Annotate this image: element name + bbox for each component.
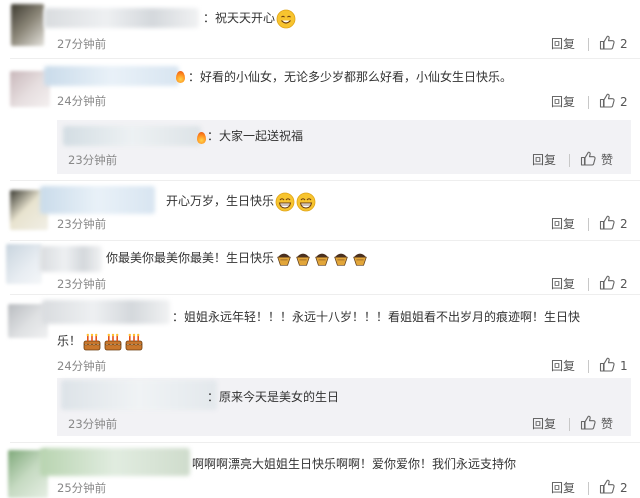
avatar[interactable] [6,244,42,284]
reply-button[interactable]: 回复 [551,358,575,374]
dessert-emoji-icon [275,250,293,268]
username[interactable] [61,380,217,410]
avatar[interactable] [11,4,44,46]
smile-emoji-icon [276,9,296,29]
thumbs-up-icon[interactable] [599,275,615,290]
comment-3: 开心万岁，生日快乐 23分钟前 回复 2 [0,180,640,240]
divider [588,218,589,231]
cake-emoji-icon [103,332,123,352]
like-count[interactable]: 2 [620,276,628,292]
dessert-emoji-icon [294,250,312,268]
username[interactable] [40,448,190,476]
thumbs-up-icon[interactable] [599,479,615,494]
reply-button[interactable]: 回复 [532,152,556,168]
username[interactable] [42,300,170,324]
comment-text: ：大家一起送祝福 [207,129,304,143]
comment-6: 啊啊啊漂亮大姐姐生日快乐啊啊！爱你爱你！我们永远支持你 25分钟前 回复 2 [0,442,640,498]
cake-emoji-icon [124,332,144,352]
thumbs-up-icon[interactable] [599,357,615,372]
sub-comment: ：原来今天是美女的生日 23分钟前 回复 赞 [57,378,631,436]
comment-text-line-1: ：姐姐永远年轻！！！永远十八岁！！！看姐姐看不出岁月的痕迹啊！生日快 [172,310,581,324]
like-count[interactable]: 2 [620,480,628,496]
timestamp: 23分钟前 [57,277,107,291]
dessert-emoji-icon [351,250,369,268]
reply-button[interactable]: 回复 [551,276,575,292]
cake-emoji-icon [82,332,102,352]
like-count[interactable]: 2 [620,94,628,110]
like-count[interactable]: 2 [620,216,628,232]
grin-emoji-icon [296,192,316,212]
like-count[interactable]: 2 [620,36,628,52]
divider [588,482,589,495]
grin-emoji-icon [275,192,295,212]
divider [588,38,589,51]
comment-text: ：祝天天开心 [203,7,296,29]
thumbs-up-icon[interactable] [599,35,615,50]
comment-5: ：姐姐永远年轻！！！永远十八岁！！！看姐姐看不出岁月的痕迹啊！生日快 乐！ 24… [0,294,640,442]
comment-text: 你最美你最美你最美！生日快乐 [106,247,369,269]
timestamp: 23分钟前 [68,153,118,167]
divider [588,360,589,373]
timestamp: 24分钟前 [57,94,107,108]
thumbs-up-icon[interactable] [580,151,596,166]
fire-icon [176,71,185,83]
like-count[interactable]: 1 [620,358,628,374]
reply-button[interactable]: 回复 [532,416,556,432]
divider [588,278,589,291]
fire-icon [197,132,206,144]
sub-comment: ：大家一起送祝福 23分钟前 回复 赞 [57,120,631,174]
reply-button[interactable]: 回复 [551,480,575,496]
divider [569,154,570,167]
like-label[interactable]: 赞 [601,416,613,432]
dessert-emoji-icon [313,250,331,268]
timestamp: 25分钟前 [57,481,107,495]
comment-text: 啊啊啊漂亮大姐姐生日快乐啊啊！爱你爱你！我们永远支持你 [192,457,517,471]
timestamp: 23分钟前 [68,417,118,431]
like-label[interactable]: 赞 [601,152,613,168]
divider [569,418,570,431]
timestamp: 23分钟前 [57,217,107,231]
timestamp: 24分钟前 [57,359,107,373]
comment-text: 开心万岁，生日快乐 [166,190,316,212]
dessert-emoji-icon [332,250,350,268]
thumbs-up-icon[interactable] [580,415,596,430]
username[interactable] [40,186,155,214]
username[interactable] [40,246,102,272]
comment-4: 你最美你最美你最美！生日快乐 23分钟前 回复 2 [0,240,640,294]
comment-2: ：好看的小仙女，无论多少岁都那么好看，小仙女生日快乐。 24分钟前 回复 2 ：… [0,58,640,180]
thumbs-up-icon[interactable] [599,215,615,230]
comment-1: ：祝天天开心 27分钟前 回复 2 [0,0,640,58]
thumbs-up-icon[interactable] [599,93,615,108]
username[interactable] [44,66,179,86]
username[interactable] [63,126,201,146]
comment-text: ：原来今天是美女的生日 [207,390,340,404]
reply-button[interactable]: 回复 [551,216,575,232]
username[interactable] [44,8,199,28]
comment-text-line-2: 乐！ [57,330,144,352]
reply-button[interactable]: 回复 [551,36,575,52]
reply-button[interactable]: 回复 [551,94,575,110]
timestamp: 27分钟前 [57,37,107,51]
comment-text: ：好看的小仙女，无论多少岁都那么好看，小仙女生日快乐。 [188,70,513,84]
divider [588,96,589,109]
